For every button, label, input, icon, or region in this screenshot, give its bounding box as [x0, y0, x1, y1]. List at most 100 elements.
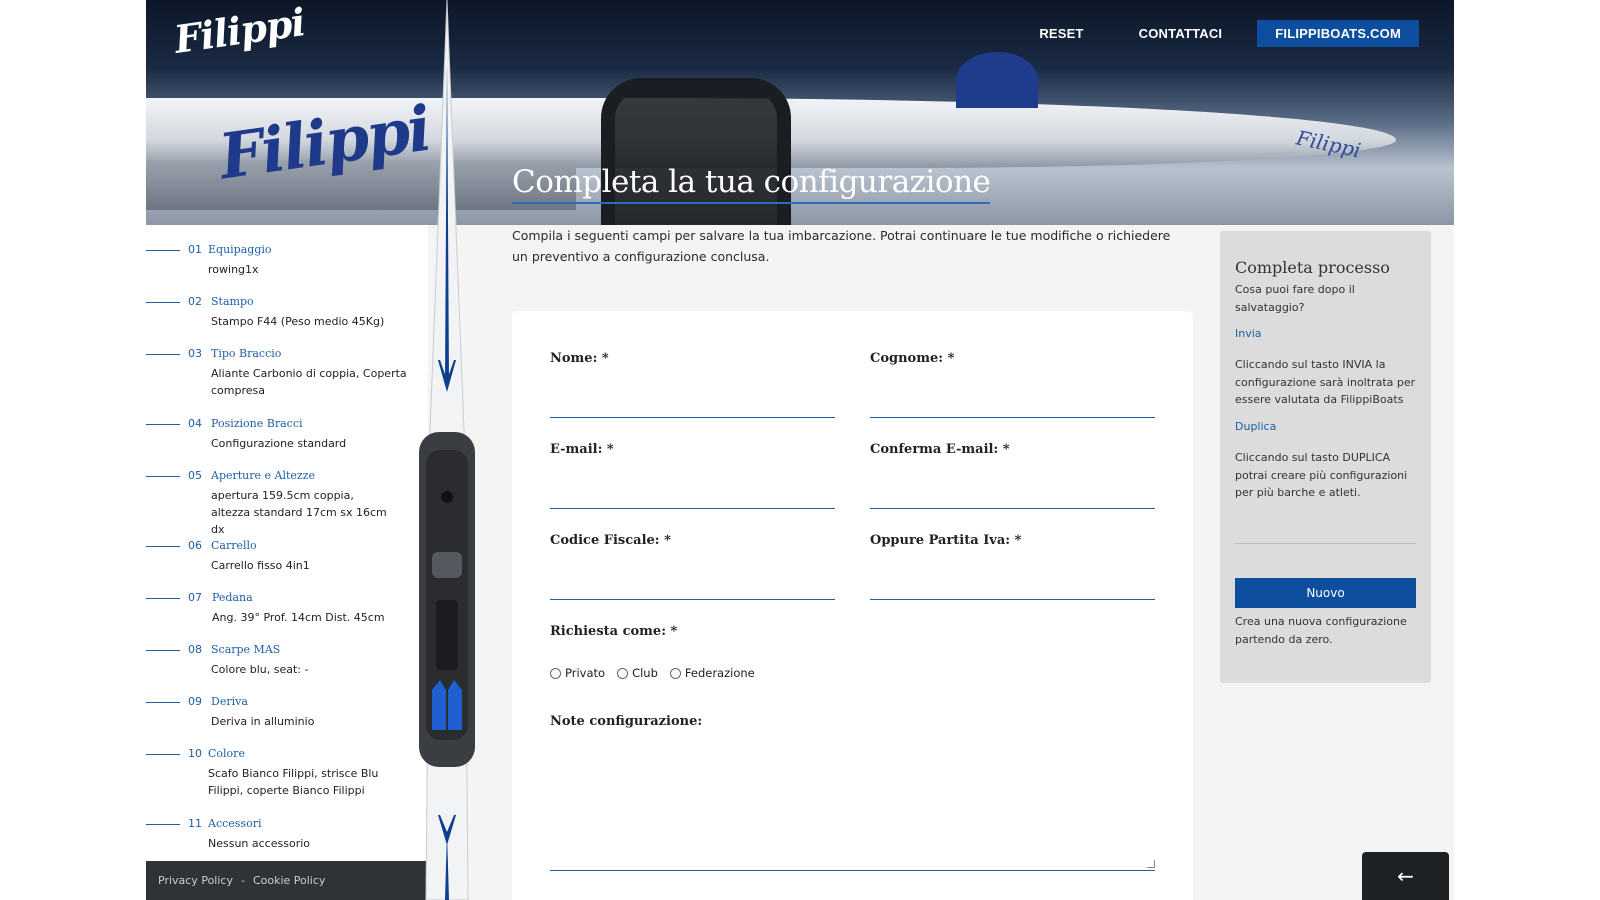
panel-question: Cosa puoi fare dopo il salvataggio? [1235, 283, 1355, 314]
codice-fiscale-label: Codice Fiscale: * [550, 533, 671, 548]
step-value: Carrello fisso 4in1 [211, 559, 310, 572]
step-value: Ang. 39° Prof. 14cm Dist. 45cm [212, 611, 385, 624]
step-title[interactable]: Aperture e Altezze [211, 469, 315, 482]
step-value: Deriva in alluminio [211, 715, 315, 728]
panel-title: Completa processo [1235, 258, 1390, 277]
step-title[interactable]: Accessori [208, 817, 261, 830]
back-button[interactable]: ← [1362, 852, 1449, 900]
site-link-button[interactable]: FILIPPIBOATS.COM [1257, 20, 1419, 47]
privacy-policy-link[interactable]: Privacy Policy [158, 874, 233, 887]
step-title[interactable]: Tipo Braccio [211, 347, 281, 360]
step-value: Nessun accessorio [208, 837, 311, 850]
step-line [146, 476, 180, 477]
step-title[interactable]: Pedana [212, 591, 253, 604]
partita-iva-input[interactable] [870, 580, 1155, 600]
step-line [146, 354, 180, 355]
radio-circle[interactable] [550, 667, 561, 679]
invia-link[interactable]: Invia [1235, 327, 1262, 340]
resize-handle-icon[interactable] [1147, 860, 1155, 868]
confirm-email-input[interactable] [870, 489, 1155, 509]
codice-fiscale-input[interactable] [550, 580, 835, 600]
step-value: rowing1x [208, 263, 259, 276]
nome-field: Nome: * [550, 351, 835, 418]
nome-label: Nome: * [550, 351, 609, 366]
cognome-field: Cognome: * [870, 351, 1155, 418]
step-number: 02 [188, 295, 202, 308]
step-value: Aliante Carbonio di coppia, Coperta comp… [211, 367, 407, 397]
complete-process-panel: Completa processo Cosa puoi fare dopo il… [1220, 231, 1431, 683]
radio-label: Privato [565, 666, 606, 680]
step-line [146, 250, 180, 251]
codice-fiscale-field: Codice Fiscale: * [550, 533, 835, 600]
richiesta-field: Richiesta come: * [550, 624, 835, 639]
step-number: 07 [188, 591, 202, 604]
email-input[interactable] [550, 489, 835, 509]
contact-link[interactable]: CONTATTACI [1139, 26, 1223, 41]
step-line [146, 650, 180, 651]
step-title[interactable]: Stampo [211, 295, 254, 308]
step-number: 11 [188, 817, 202, 830]
footer-separator: - [240, 874, 245, 887]
nuovo-description: Crea una nuova configurazione partendo d… [1235, 615, 1407, 646]
radio-label: Federazione [684, 666, 755, 680]
note-textarea[interactable] [550, 721, 1155, 871]
step-value: Scafo Bianco Filippi, strisce Blu Filipp… [208, 767, 379, 797]
step-number: 01 [188, 243, 202, 256]
radio-club[interactable]: Club [617, 666, 658, 680]
step-line [146, 546, 180, 547]
step-value: Configurazione standard [211, 437, 347, 450]
arrow-left-icon: ← [1397, 864, 1414, 888]
step-line [146, 424, 180, 425]
fin-image [956, 52, 1038, 108]
intro-text: Compila i seguenti campi per salvare la … [512, 228, 1171, 264]
duplica-link[interactable]: Duplica [1235, 420, 1276, 433]
panel-divider [1235, 543, 1416, 544]
step-title[interactable]: Colore [208, 747, 245, 760]
richiesta-radio-group: Privato Club Federazione [550, 666, 767, 680]
cognome-input[interactable] [870, 398, 1155, 418]
step-title[interactable]: Scarpe MAS [211, 643, 280, 656]
configuration-form: Nome: * Cognome: * E-mail: * Conferma E-… [512, 311, 1193, 900]
cognome-label: Cognome: * [870, 351, 955, 366]
step-number: 08 [188, 643, 202, 656]
boat-top-view-image [419, 0, 475, 900]
page: Filippi Filippi Filippi RESET CONTATTACI… [146, 0, 1454, 900]
radio-circle[interactable] [617, 667, 629, 679]
step-number: 09 [188, 695, 202, 708]
page-title: Completa la tua configurazione [512, 164, 991, 204]
configuration-steps: 01 Equipaggio rowing1x 02 Stampo Stampo … [146, 225, 428, 861]
invia-description: Cliccando sul tasto INVIA la configurazi… [1235, 358, 1416, 406]
step-line [146, 754, 180, 755]
step-value: Colore blu, seat: - [211, 663, 309, 676]
site-logo[interactable]: Filippi [172, 0, 308, 62]
top-navigation: RESET CONTATTACI FILIPPIBOATS.COM [984, 20, 1419, 47]
step-number: 03 [188, 347, 202, 360]
step-value: apertura 159.5cm coppia, altezza standar… [211, 489, 387, 536]
confirm-email-label: Conferma E-mail: * [870, 442, 1010, 457]
radio-circle[interactable] [669, 667, 681, 679]
radio-federazione[interactable]: Federazione [669, 666, 755, 680]
step-line [146, 598, 180, 599]
step-number: 05 [188, 469, 202, 482]
email-label: E-mail: * [550, 442, 614, 457]
radio-privato[interactable]: Privato [550, 666, 605, 680]
reset-link[interactable]: RESET [1039, 26, 1083, 41]
nome-input[interactable] [550, 398, 835, 418]
confirm-email-field: Conferma E-mail: * [870, 442, 1155, 509]
duplica-description: Cliccando sul tasto DUPLICA potrai crear… [1235, 451, 1408, 499]
richiesta-label: Richiesta come: * [550, 624, 678, 639]
radio-label: Club [632, 666, 658, 680]
step-title[interactable]: Deriva [211, 695, 248, 708]
nuovo-button[interactable]: Nuovo [1235, 578, 1416, 608]
step-number: 10 [188, 747, 202, 760]
step-line [146, 702, 180, 703]
hero-banner: Filippi Filippi Filippi RESET CONTATTACI… [146, 0, 1454, 225]
step-title[interactable]: Equipaggio [208, 243, 272, 256]
partita-iva-field: Oppure Partita Iva: * [870, 533, 1155, 600]
step-title[interactable]: Posizione Bracci [211, 417, 303, 430]
step-number: 04 [188, 417, 202, 430]
step-line [146, 824, 180, 825]
step-number: 06 [188, 539, 202, 552]
cookie-policy-link[interactable]: Cookie Policy [253, 874, 325, 887]
step-title[interactable]: Carrello [211, 539, 257, 552]
